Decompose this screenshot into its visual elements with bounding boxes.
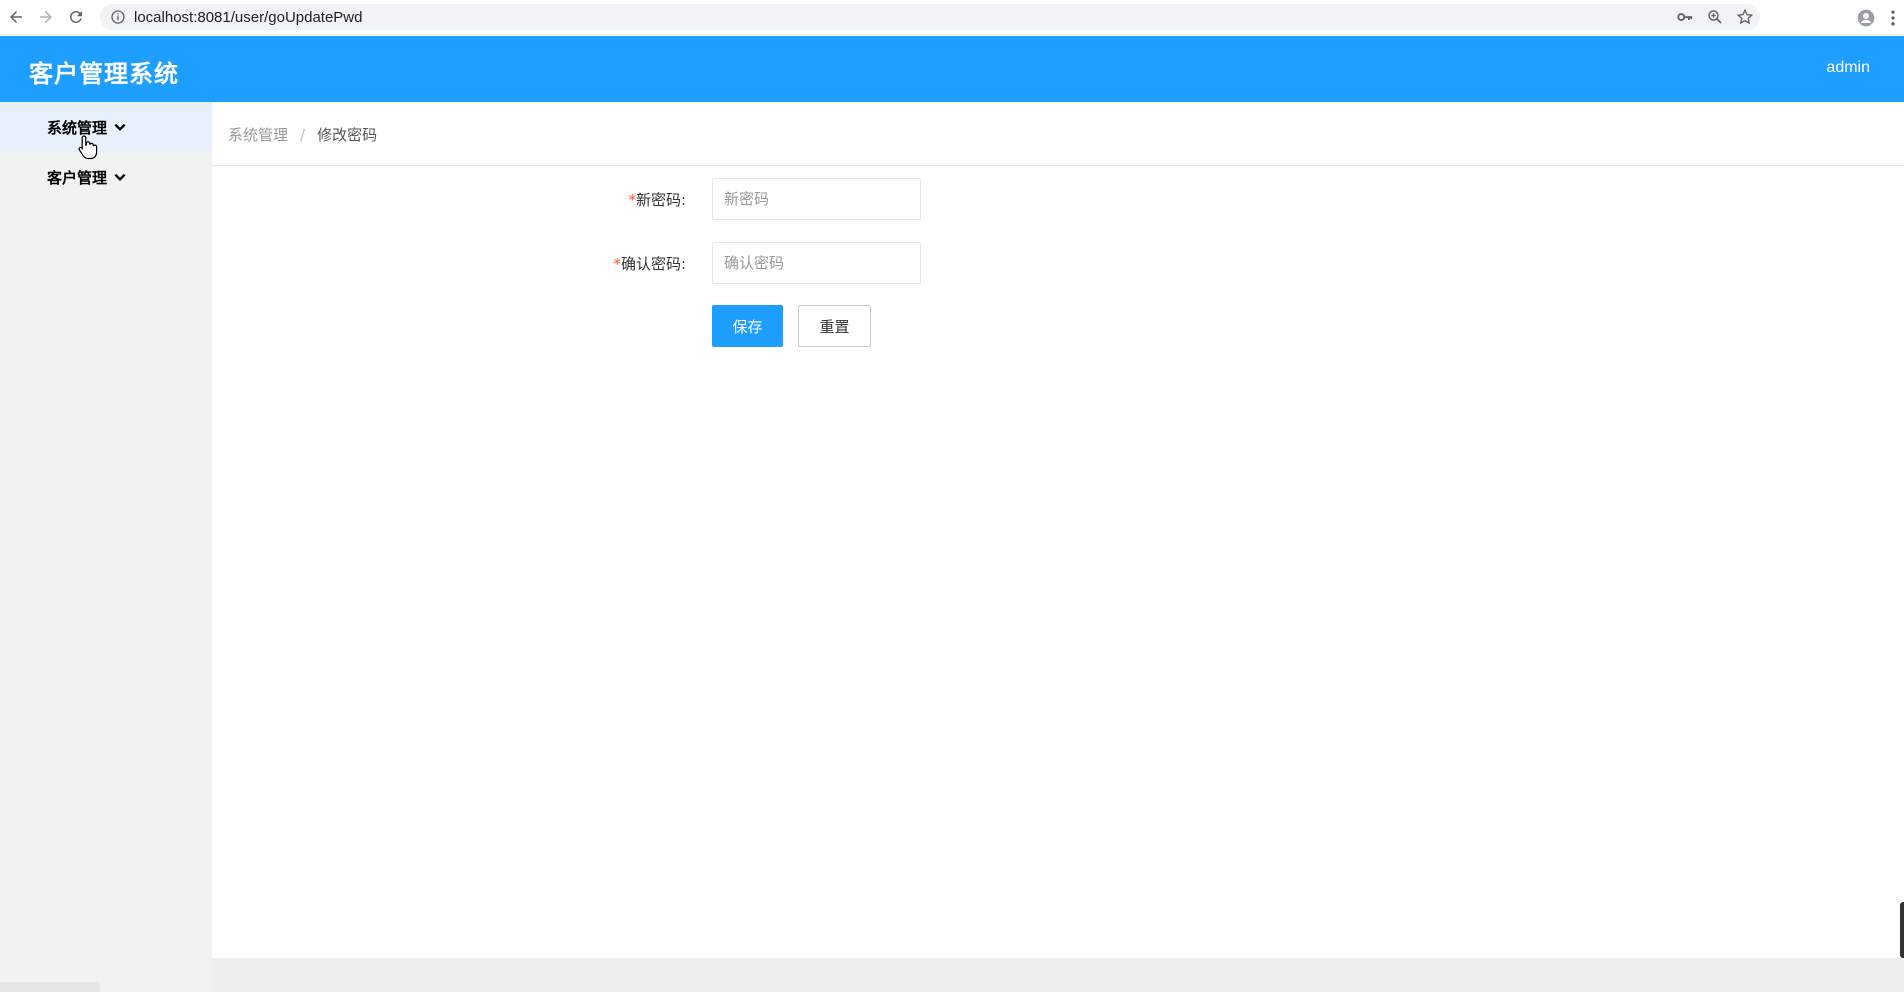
reset-button[interactable]: 重置: [798, 305, 871, 347]
app-title: 客户管理系统: [29, 60, 179, 88]
breadcrumb-item-current: 修改密码: [317, 126, 378, 144]
user-menu[interactable]: admin: [1826, 59, 1870, 77]
required-mark: *: [613, 254, 621, 273]
arrow-left-icon: [10, 11, 22, 23]
back-button[interactable]: [0, 1, 32, 33]
new-password-label: *新密码:: [628, 190, 686, 209]
sidebar-item-label: 系统管理: [47, 118, 108, 137]
profile-button[interactable]: [1850, 2, 1882, 34]
scrollbar-handle[interactable]: [1900, 902, 1904, 958]
browser-actions: [1850, 0, 1904, 35]
zoom-icon[interactable]: [1706, 8, 1724, 26]
footer: [212, 958, 1904, 992]
app-header: 客户管理系统 admin: [0, 36, 1904, 102]
sidebar-item-system-management[interactable]: 系统管理: [0, 102, 212, 160]
confirm-password-label: *确认密码:: [613, 254, 686, 273]
form-row-confirm-password: *确认密码:: [532, 242, 921, 284]
key-icon[interactable]: [1676, 8, 1694, 26]
forward-button[interactable]: [30, 1, 62, 33]
status-bubble: [0, 982, 100, 992]
sidebar: 系统管理 客户管理: [0, 102, 212, 992]
sidebar-item-label: 客户管理: [47, 168, 108, 187]
info-icon[interactable]: [110, 9, 126, 25]
main-content: 系统管理 / 修改密码 *新密码: *确认密码: 保存 重置: [212, 102, 1904, 958]
chevron-down-icon: [114, 173, 126, 181]
confirm-password-input[interactable]: [712, 242, 921, 284]
breadcrumb: 系统管理 / 修改密码: [228, 124, 377, 145]
avatar-icon: [1857, 9, 1875, 26]
divider: [212, 165, 1904, 166]
breadcrumb-item-system[interactable]: 系统管理: [228, 124, 288, 145]
browser-toolbar: localhost:8081/user/goUpdatePwd: [0, 0, 1904, 35]
required-mark: *: [628, 190, 636, 209]
breadcrumb-separator: /: [300, 125, 306, 144]
form-row-new-password: *新密码:: [532, 178, 921, 220]
new-password-input[interactable]: [712, 178, 921, 220]
address-bar-actions: [1676, 4, 1754, 30]
arrow-right-icon: [40, 11, 52, 23]
url-text[interactable]: localhost:8081/user/goUpdatePwd: [134, 9, 363, 26]
address-bar[interactable]: localhost:8081/user/goUpdatePwd: [100, 4, 1760, 30]
chevron-down-icon: [114, 123, 126, 131]
more-vertical-icon: [1891, 10, 1895, 25]
star-icon[interactable]: [1736, 8, 1754, 26]
reload-icon: [69, 10, 82, 23]
save-button[interactable]: 保存: [712, 305, 783, 347]
sidebar-item-customer-management[interactable]: 客户管理: [0, 152, 212, 202]
reload-button[interactable]: [60, 1, 92, 33]
menu-button[interactable]: [1882, 2, 1904, 34]
